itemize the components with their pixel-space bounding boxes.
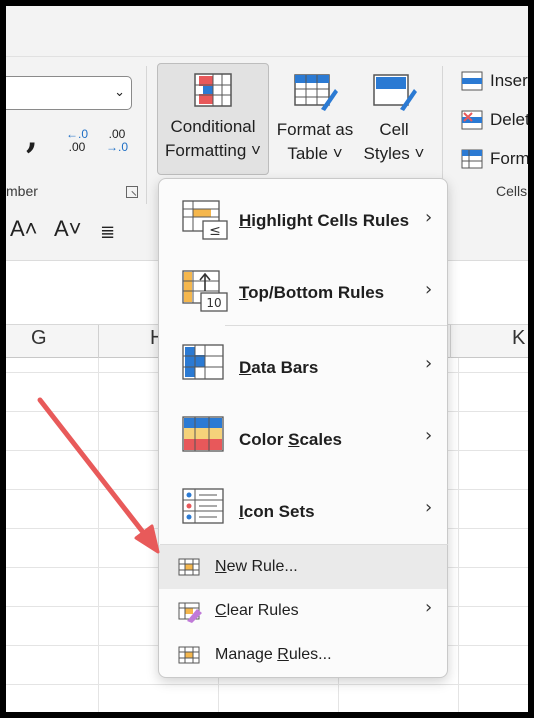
- grid-line: [6, 684, 528, 685]
- column-header-g[interactable]: G: [31, 327, 47, 350]
- clear-rules-icon: [178, 602, 202, 623]
- number-group-label: mber: [6, 183, 38, 199]
- menu-item-label: Data Bars: [239, 358, 319, 377]
- decrease-decimal-button[interactable]: .00 →.0: [102, 128, 132, 154]
- data-bars-icon: [182, 344, 224, 380]
- highlight-icon-symbol: ≤: [209, 223, 221, 239]
- submenu-chevron-icon: ›: [425, 497, 433, 518]
- menu-item-icon-sets[interactable]: Icon Sets ›: [159, 479, 447, 543]
- menu-separator: [225, 325, 447, 326]
- menu-item-highlight-cells-rules[interactable]: ≤ Highlight Cells Rules ›: [159, 191, 447, 255]
- cell-styles-button[interactable]: Cell Styles ˅: [360, 63, 428, 175]
- conditional-formatting-icon: [194, 73, 232, 107]
- menu-item-color-scales[interactable]: Color Scales ›: [159, 407, 447, 471]
- menu-item-label: New Rule...: [215, 558, 298, 575]
- comma-style-button[interactable]: ,: [26, 120, 38, 154]
- more-options-icon[interactable]: ≣: [100, 222, 115, 243]
- menu-item-manage-rules[interactable]: Manage Rules...: [159, 633, 447, 677]
- cells-group-label: Cells: [496, 183, 528, 199]
- chevron-down-icon: ⌄: [114, 84, 125, 99]
- submenu-chevron-icon: ›: [425, 353, 433, 374]
- column-header-k[interactable]: K: [512, 327, 525, 350]
- menu-item-label: Top/Bottom Rules: [239, 283, 385, 302]
- decrease-font-size-button[interactable]: A˅: [54, 216, 82, 242]
- menu-item-label: Icon Sets: [239, 502, 315, 521]
- new-rule-icon: [178, 558, 200, 576]
- group-separator: [146, 66, 147, 204]
- format-icon: [461, 149, 483, 169]
- insert-icon: [461, 71, 483, 91]
- menu-item-clear-rules[interactable]: Clear Rules ›: [159, 589, 447, 633]
- number-format-dropdown[interactable]: ⌄: [6, 76, 132, 110]
- increase-font-size-button[interactable]: A˄: [10, 216, 38, 242]
- ribbon-divider: [6, 56, 528, 57]
- menu-item-label: Manage Rules...: [215, 646, 332, 663]
- menu-item-top-bottom-rules[interactable]: 10 Top/Bottom Rules ›: [159, 263, 447, 327]
- delete-icon: [461, 110, 483, 130]
- menu-item-label: Highlight Cells Rules: [239, 211, 410, 230]
- submenu-chevron-icon: ›: [425, 207, 433, 228]
- submenu-chevron-icon: ›: [425, 425, 433, 446]
- submenu-chevron-icon: ›: [425, 279, 433, 300]
- conditional-formatting-menu: ≤ Highlight Cells Rules › 10 Top/Bottom …: [158, 178, 448, 678]
- highlight-cells-rules-icon: ≤: [182, 200, 228, 240]
- menu-item-new-rule[interactable]: New Rule...: [159, 545, 447, 589]
- top-bottom-rules-icon: 10: [182, 270, 228, 312]
- menu-item-label: Color Scales: [239, 430, 342, 449]
- top-bottom-icon-number: 10: [206, 296, 221, 310]
- menu-item-label: Clear Rules: [215, 602, 299, 619]
- format-as-table-icon: [294, 74, 338, 111]
- format-as-table-button[interactable]: Format as Table ˅: [272, 63, 358, 175]
- icon-sets-icon: [182, 488, 224, 524]
- column-separator: [98, 325, 99, 358]
- submenu-chevron-icon: ›: [425, 597, 433, 618]
- number-dialog-launcher-icon[interactable]: [126, 186, 138, 198]
- increase-decimal-button[interactable]: ←.0 .00: [62, 128, 92, 154]
- manage-rules-icon: [178, 646, 200, 664]
- color-scales-icon: [182, 416, 224, 452]
- column-separator: [450, 325, 451, 358]
- conditional-formatting-button[interactable]: Conditional Formatting ˅: [157, 63, 269, 175]
- cell-styles-icon: [373, 74, 417, 111]
- menu-item-data-bars[interactable]: Data Bars ›: [159, 335, 447, 399]
